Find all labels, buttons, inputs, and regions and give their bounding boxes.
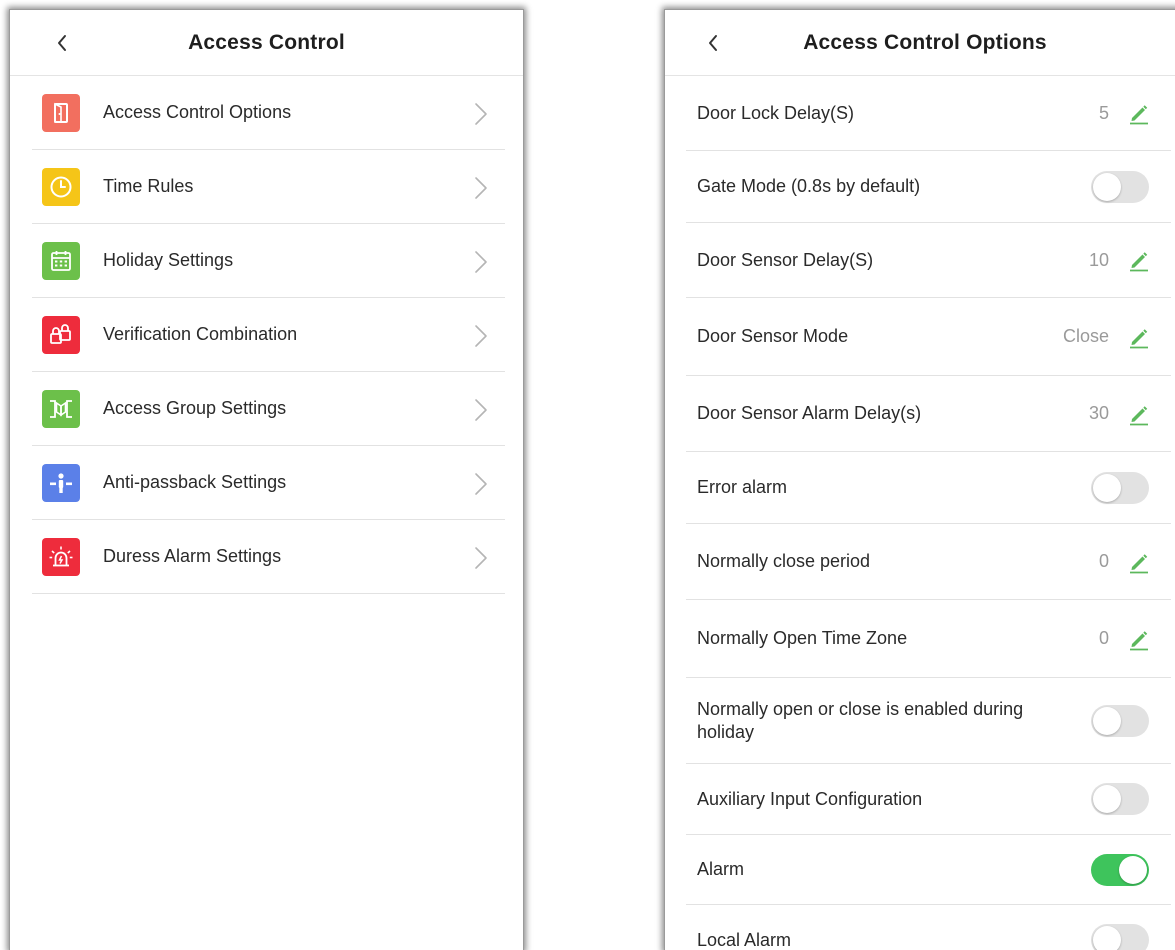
option-row-alarm: Alarm (686, 835, 1171, 905)
edit-pencil-icon[interactable] (1127, 402, 1151, 426)
chevron-right-icon (473, 546, 489, 570)
toggle-switch[interactable] (1091, 705, 1149, 737)
menu-item-duress-alarm-settings[interactable]: Duress Alarm Settings (32, 520, 505, 594)
option-control (1091, 905, 1151, 950)
toggle-switch[interactable] (1091, 924, 1149, 950)
toggle-switch[interactable] (1091, 783, 1149, 815)
screen-header: Access Control Options (665, 10, 1175, 76)
toggle-switch[interactable] (1091, 472, 1149, 504)
option-label: Door Lock Delay(S) (697, 102, 854, 125)
option-label: Auxiliary Input Configuration (697, 788, 922, 811)
edit-pencil-icon[interactable] (1127, 325, 1151, 349)
option-row-error-alarm: Error alarm (686, 452, 1171, 524)
menu-item-label: Anti-passback Settings (103, 472, 286, 493)
option-label: Door Sensor Mode (697, 325, 848, 348)
option-label: Normally open or close is enabled during… (697, 698, 1057, 744)
option-row-normally-close-period[interactable]: Normally close period 0 (686, 524, 1171, 600)
toggle-switch[interactable] (1091, 854, 1149, 886)
chevron-right-icon (473, 472, 489, 496)
gate-group-icon (42, 390, 80, 428)
screen-header: Access Control (10, 10, 523, 76)
option-label: Error alarm (697, 476, 787, 499)
chevron-right-icon (473, 324, 489, 348)
option-label: Normally Open Time Zone (697, 627, 907, 650)
menu-item-label: Time Rules (103, 176, 193, 197)
option-label: Alarm (697, 858, 744, 881)
access-control-options-screen: Access Control Options Door Lock Delay(S… (665, 10, 1175, 950)
page-title: Access Control Options (803, 31, 1047, 55)
option-control: 10 (1089, 223, 1151, 297)
lock-combination-icon (42, 316, 80, 354)
edit-pencil-icon[interactable] (1127, 550, 1151, 574)
toggle-knob (1119, 856, 1147, 884)
option-row-auxiliary-input-configuration: Auxiliary Input Configuration (686, 764, 1171, 835)
menu-item-label: Access Group Settings (103, 398, 286, 419)
toggle-knob (1093, 707, 1121, 735)
option-row-normally-open-time-zone[interactable]: Normally Open Time Zone 0 (686, 600, 1171, 678)
option-label: Gate Mode (0.8s by default) (697, 175, 920, 198)
page-title: Access Control (188, 31, 345, 55)
option-label: Local Alarm (697, 929, 791, 950)
option-row-door-sensor-delay-s[interactable]: Door Sensor Delay(S) 10 (686, 223, 1171, 298)
option-label: Door Sensor Alarm Delay(s) (697, 402, 921, 425)
option-control (1091, 452, 1151, 523)
option-row-door-lock-delay-s[interactable]: Door Lock Delay(S) 5 (686, 76, 1171, 151)
menu-item-access-control-options[interactable]: Access Control Options (32, 76, 505, 150)
option-value: 30 (1089, 403, 1109, 424)
back-arrow-icon[interactable] (703, 32, 723, 54)
siren-alarm-icon (42, 538, 80, 576)
toggle-knob (1093, 474, 1121, 502)
edit-pencil-icon[interactable] (1127, 101, 1151, 125)
chevron-right-icon (473, 102, 489, 126)
chevron-right-icon (473, 398, 489, 422)
option-value: Close (1063, 326, 1109, 347)
menu-item-access-group-settings[interactable]: Access Group Settings (32, 372, 505, 446)
option-value: 0 (1099, 551, 1109, 572)
option-row-door-sensor-mode[interactable]: Door Sensor Mode Close (686, 298, 1171, 376)
chevron-right-icon (473, 176, 489, 200)
toggle-knob (1093, 926, 1121, 950)
option-control (1091, 764, 1151, 834)
option-control (1091, 151, 1151, 222)
turnstile-person-icon (42, 464, 80, 502)
chevron-right-icon (473, 250, 489, 274)
option-value: 0 (1099, 628, 1109, 649)
option-row-gate-mode-0-8s-by-default: Gate Mode (0.8s by default) (686, 151, 1171, 223)
menu-item-time-rules[interactable]: Time Rules (32, 150, 505, 224)
clock-icon (42, 168, 80, 206)
option-control: 5 (1099, 76, 1151, 150)
option-label: Normally close period (697, 550, 870, 573)
menu-item-label: Verification Combination (103, 324, 297, 345)
menu-item-label: Access Control Options (103, 102, 291, 123)
calendar-icon (42, 242, 80, 280)
access-control-screen: Access Control Access Control Options Tim… (10, 10, 523, 950)
options-list: Door Lock Delay(S) 5 Gate Mode (0.8s by de… (686, 76, 1171, 950)
option-value: 10 (1089, 250, 1109, 271)
option-label: Door Sensor Delay(S) (697, 249, 873, 272)
option-row-door-sensor-alarm-delay-s[interactable]: Door Sensor Alarm Delay(s) 30 (686, 376, 1171, 452)
toggle-knob (1093, 785, 1121, 813)
option-control (1091, 678, 1151, 763)
settings-menu-list: Access Control Options Time Rules Holiday … (32, 76, 505, 594)
option-value: 5 (1099, 103, 1109, 124)
menu-item-verification-combination[interactable]: Verification Combination (32, 298, 505, 372)
door-exit-icon (42, 94, 80, 132)
option-row-normally-open-or-close-is-enabled-during-holiday: Normally open or close is enabled during… (686, 678, 1171, 764)
option-control: 0 (1099, 600, 1151, 677)
menu-item-label: Duress Alarm Settings (103, 546, 281, 567)
toggle-knob (1093, 173, 1121, 201)
back-arrow-icon[interactable] (52, 32, 72, 54)
option-control: 0 (1099, 524, 1151, 599)
option-control: Close (1063, 298, 1151, 375)
toggle-switch[interactable] (1091, 171, 1149, 203)
menu-item-anti-passback-settings[interactable]: Anti-passback Settings (32, 446, 505, 520)
edit-pencil-icon[interactable] (1127, 627, 1151, 651)
edit-pencil-icon[interactable] (1127, 248, 1151, 272)
menu-item-holiday-settings[interactable]: Holiday Settings (32, 224, 505, 298)
option-control (1091, 835, 1151, 904)
option-control: 30 (1089, 376, 1151, 451)
menu-item-label: Holiday Settings (103, 250, 233, 271)
option-row-local-alarm: Local Alarm (686, 905, 1171, 950)
